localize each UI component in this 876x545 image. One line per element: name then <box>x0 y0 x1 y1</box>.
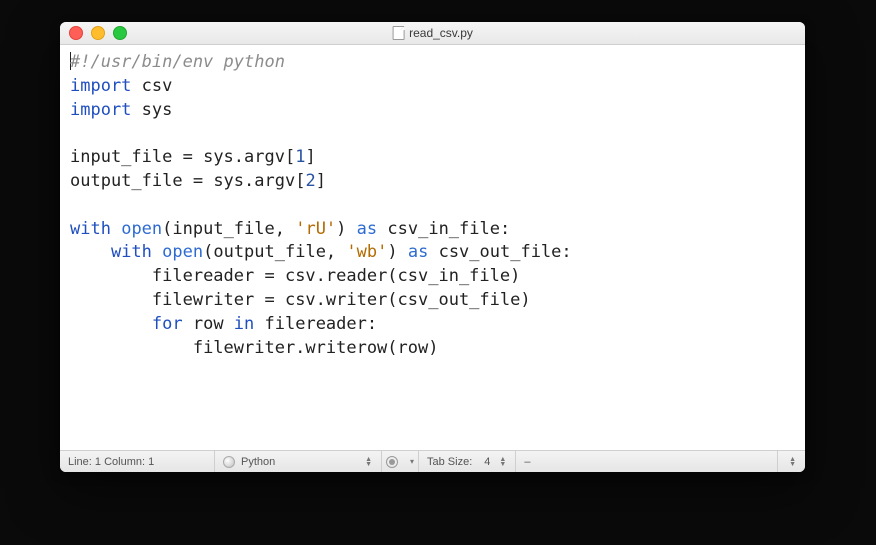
num-2: 2 <box>305 171 315 191</box>
var-row: row <box>183 314 234 334</box>
status-right-stepper[interactable]: ▲▼ <box>777 451 805 472</box>
sys-argv: sys.argv <box>213 171 295 191</box>
module-csv: csv <box>142 76 173 96</box>
str-mode: 'rU' <box>295 219 336 239</box>
gear-icon <box>386 456 398 468</box>
status-spacer <box>538 451 777 472</box>
minimize-icon[interactable] <box>91 26 105 40</box>
collapse-button[interactable]: – <box>516 451 538 472</box>
var-output-file: output_file <box>70 171 183 191</box>
close-icon[interactable] <box>69 26 83 40</box>
paren: ) <box>387 242 397 262</box>
var-filewriter: filewriter <box>152 290 254 310</box>
kw-for: for <box>152 314 183 334</box>
status-bar: Line: 1 Column: 1 Python ▲▼ ▾ Tab Size: … <box>60 450 805 472</box>
bracket: [ <box>295 171 305 191</box>
editor-window: read_csv.py #!/usr/bin/env python import… <box>60 22 805 472</box>
iter: filereader: <box>254 314 377 334</box>
op-eq: = <box>172 147 203 167</box>
var-csv-out: csv_out_file: <box>428 242 571 262</box>
cursor-position: Line: 1 Column: 1 <box>68 456 154 468</box>
fn-open: open <box>162 242 203 262</box>
code-content[interactable]: #!/usr/bin/env python import csv import … <box>70 51 795 360</box>
chevron-down-icon: ▾ <box>410 457 414 466</box>
kw-with: with <box>70 219 111 239</box>
kw-import: import <box>70 100 131 120</box>
zoom-icon[interactable] <box>113 26 127 40</box>
kw-as: as <box>357 219 377 239</box>
args: (input_file, <box>162 219 295 239</box>
file-icon <box>392 26 404 40</box>
var-csv-in: csv_in_file: <box>377 219 510 239</box>
kw-import: import <box>70 76 131 96</box>
tab-stepper-icon[interactable]: ▲▼ <box>498 457 507 467</box>
op-eq: = <box>183 171 214 191</box>
fn-open: open <box>121 219 162 239</box>
expr: = csv.writer(csv_out_file) <box>254 290 530 310</box>
kw-with: with <box>111 242 152 262</box>
status-position[interactable]: Line: 1 Column: 1 <box>60 451 215 472</box>
window-title: read_csv.py <box>392 26 473 40</box>
expr: = csv.reader(csv_in_file) <box>254 266 520 286</box>
title-text: read_csv.py <box>409 26 473 40</box>
language-selector[interactable]: Python ▲▼ <box>215 451 382 472</box>
str-mode: 'wb' <box>346 242 387 262</box>
settings-button[interactable]: ▾ <box>382 451 419 472</box>
paren: ) <box>336 219 346 239</box>
var-filereader: filereader <box>152 266 254 286</box>
module-sys: sys <box>142 100 173 120</box>
num-1: 1 <box>295 147 305 167</box>
kw-as: as <box>408 242 428 262</box>
sys-argv: sys.argv <box>203 147 285 167</box>
shebang-comment: #!/usr/bin/env python <box>70 52 285 72</box>
code-editor[interactable]: #!/usr/bin/env python import csv import … <box>60 45 805 450</box>
language-label: Python <box>241 456 275 468</box>
minus-icon: – <box>524 456 530 468</box>
call-writerow: filewriter.writerow(row) <box>193 338 439 358</box>
dropdown-stepper-icon[interactable]: ▲▼ <box>364 457 373 467</box>
bracket: [ <box>285 147 295 167</box>
language-icon <box>223 456 235 468</box>
tab-size-value: 4 <box>484 456 490 468</box>
stepper-icon[interactable]: ▲▼ <box>788 457 797 467</box>
var-input-file: input_file <box>70 147 172 167</box>
tab-size-control[interactable]: Tab Size: 4 ▲▼ <box>419 451 516 472</box>
kw-in: in <box>234 314 254 334</box>
bracket: ] <box>305 147 315 167</box>
args: (output_file, <box>203 242 346 262</box>
bracket: ] <box>316 171 326 191</box>
tab-size-label: Tab Size: <box>427 456 472 468</box>
titlebar[interactable]: read_csv.py <box>60 22 805 45</box>
window-controls <box>69 26 127 40</box>
